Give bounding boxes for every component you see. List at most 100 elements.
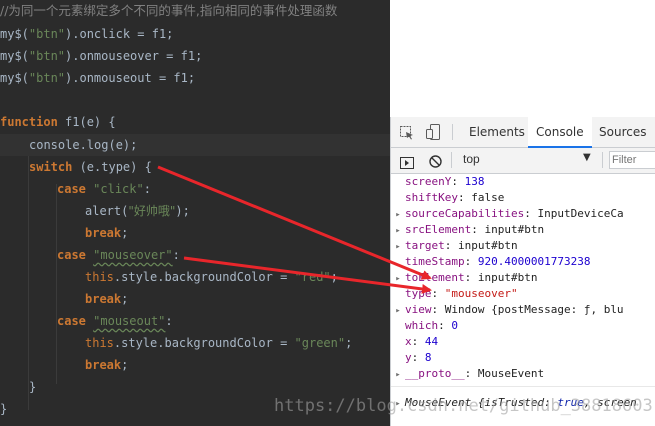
filter-input[interactable] (609, 151, 655, 169)
console-property-value: 8 (424, 351, 432, 364)
clear-console-icon[interactable] (429, 153, 442, 168)
expand-triangle-icon[interactable]: ▸ (391, 303, 405, 319)
toolbar-divider (602, 152, 603, 168)
watermark: https://blog.csdn.net/github_38818603 (274, 396, 653, 416)
console-property-separator: : (524, 207, 538, 220)
devtools-panel: Elements Console Sources top ▼ screenY: … (390, 117, 655, 426)
console-property-key: __proto__ (405, 367, 465, 380)
indent-guide (56, 184, 57, 384)
console-property-row[interactable]: ▸ __proto__: MouseEvent (391, 366, 544, 382)
expand-triangle-icon[interactable]: ▸ (391, 367, 405, 383)
toggle-sidebar-icon[interactable] (400, 154, 414, 169)
console-property-row[interactable]: ▸ toElement: input#btn (391, 270, 537, 286)
code-line-switch: switch (e.type) { (29, 160, 152, 174)
console-property-row[interactable]: ▸ srcElement: input#btn (391, 222, 544, 238)
toolbar-divider (452, 124, 453, 140)
console-property-separator: : (471, 223, 485, 236)
context-select[interactable]: top ▼ (455, 151, 595, 169)
console-property-value: 44 (424, 335, 439, 348)
code-line-break: break; (85, 358, 129, 372)
chevron-down-icon: ▼ (583, 152, 591, 163)
console-toolbar: top ▼ (391, 148, 655, 174)
code-line-case-mouseover: case "mouseover": (57, 248, 180, 262)
code-line-alert: alert("好帅哦"); (85, 204, 190, 218)
console-property-key: screenY (405, 175, 452, 188)
code-line-bg-green: this.style.backgroundColor = "green"; (85, 336, 353, 350)
console-property-separator: : (431, 287, 445, 300)
code-line-break: break; (85, 292, 129, 306)
toolbar-divider (451, 152, 452, 168)
console-property-value: input#btn (458, 239, 518, 252)
code-line-case-mouseout: case "mouseout": (57, 314, 173, 328)
console-property-value: 0 (451, 319, 458, 332)
code-editor[interactable]: //为同一个元素绑定多个不同的事件,指向相同的事件处理函数 my$("btn")… (0, 0, 390, 426)
console-property-row: which: 0 (391, 318, 458, 334)
console-property-value: MouseEvent (477, 367, 545, 380)
console-property-key: target (405, 239, 445, 252)
code-line-onmouseover: my$("btn").onmouseover = f1; (0, 49, 203, 63)
console-property-value: 138 (464, 175, 485, 188)
console-property-row: shiftKey: false (391, 190, 504, 206)
console-property-key: view (405, 303, 432, 316)
console-property-separator: : (411, 351, 425, 364)
code-line-close-switch: } (29, 380, 37, 394)
expand-triangle-icon[interactable]: ▸ (391, 271, 405, 287)
inspect-element-icon[interactable] (400, 125, 414, 140)
console-property-value: Window {postMessage: ƒ, blu (444, 303, 624, 316)
console-property-row[interactable]: ▸ sourceCapabilities: InputDeviceCa (391, 206, 624, 223)
devtools-tabbar: Elements Console Sources (391, 117, 655, 148)
console-property-separator: : (464, 271, 478, 284)
console-property-separator: : (411, 335, 425, 348)
console-property-value: input#btn (484, 223, 545, 236)
console-property-row: y: 8 (391, 350, 432, 366)
console-property-row: timeStamp: 920.4000001773238 (391, 254, 590, 270)
code-line-break: break; (85, 226, 129, 240)
console-property-row: screenY: 138 (391, 174, 484, 190)
code-line-close-function: } (0, 402, 8, 416)
expand-triangle-icon[interactable]: ▸ (391, 239, 405, 255)
console-property-key: x (405, 335, 412, 348)
tab-elements[interactable]: Elements (461, 117, 533, 147)
expand-triangle-icon[interactable]: ▸ (391, 207, 405, 223)
console-output[interactable]: screenY: 138 shiftKey: false ▸ sourceCapab… (391, 174, 655, 426)
console-property-value: "mouseover" (444, 287, 518, 300)
code-line-case-click: case "click": (57, 182, 151, 196)
expand-triangle-icon[interactable]: ▸ (391, 223, 405, 239)
console-property-separator: : (438, 319, 452, 332)
code-line-onmouseout: my$("btn").onmouseout = f1; (0, 71, 196, 85)
console-property-key: toElement (405, 271, 465, 284)
console-property-row: x: 44 (391, 334, 438, 350)
console-property-separator: : (444, 239, 458, 252)
code-line-log: console.log(e); (29, 138, 138, 152)
code-line-bg-red: this.style.backgroundColor = "red"; (85, 270, 338, 284)
console-property-key: timeStamp (405, 255, 465, 268)
code-comment: //为同一个元素绑定多个不同的事件,指向相同的事件处理函数 (0, 3, 338, 18)
console-property-value: false (471, 191, 505, 204)
tab-sources[interactable]: Sources (591, 117, 654, 147)
console-property-row[interactable]: ▸ target: input#btn (391, 238, 518, 255)
console-property-row[interactable]: ▸ view: Window {postMessage: ƒ, blu (391, 302, 624, 319)
console-property-row: type: "mouseover" (391, 286, 518, 302)
console-property-value: input#btn (477, 271, 538, 284)
device-toolbar-icon[interactable] (426, 124, 440, 140)
console-property-key: which (405, 319, 439, 332)
console-property-key: y (405, 351, 412, 364)
console-property-separator: : (431, 303, 445, 316)
code-line-function: function f1(e) { (0, 115, 116, 129)
context-label: top (463, 152, 480, 166)
console-property-value: InputDeviceCa (537, 207, 624, 220)
code-line-onclick: my$("btn").onclick = f1; (0, 27, 174, 41)
indent-guide (28, 140, 29, 410)
console-divider (391, 386, 655, 387)
console-property-separator: : (464, 367, 478, 380)
console-property-value: 920.4000001773238 (477, 255, 591, 268)
tab-console[interactable]: Console (528, 117, 592, 148)
console-property-separator: : (451, 175, 465, 188)
